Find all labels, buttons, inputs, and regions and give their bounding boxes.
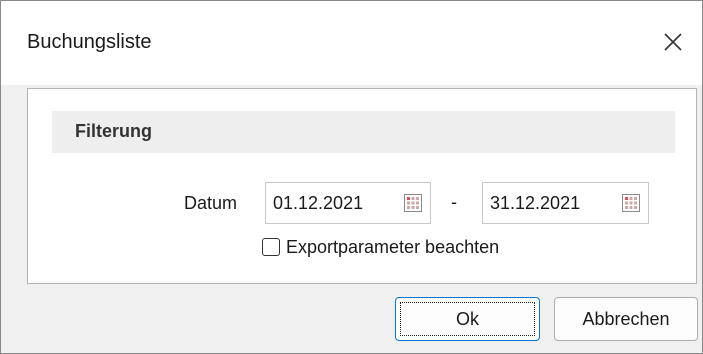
- date-to-value: 31.12.2021: [490, 193, 581, 213]
- datum-label: Datum: [184, 193, 238, 213]
- export-checkbox-row[interactable]: Exportparameter beachten: [262, 234, 499, 260]
- date-to-field[interactable]: 31.12.2021: [482, 182, 649, 224]
- calendar-icon[interactable]: [403, 193, 423, 213]
- group-title: Filterung: [75, 121, 152, 141]
- cancel-label: Abbrechen: [582, 308, 670, 329]
- ok-button[interactable]: Ok: [395, 297, 540, 341]
- dialog-window: Buchungsliste Filterung Datum 01.12.2021: [0, 0, 703, 354]
- title-bar: Buchungsliste: [1, 1, 702, 85]
- export-checkbox[interactable]: [262, 238, 280, 256]
- window-title: Buchungsliste: [27, 31, 152, 53]
- close-icon: [664, 33, 682, 51]
- calendar-icon[interactable]: [621, 193, 641, 213]
- cancel-button[interactable]: Abbrechen: [554, 297, 698, 341]
- date-range-separator: -: [451, 192, 457, 212]
- export-checkbox-label[interactable]: Exportparameter beachten: [286, 237, 499, 258]
- close-button[interactable]: [658, 27, 688, 57]
- date-from-value: 01.12.2021: [273, 193, 364, 213]
- focus-ring: [400, 302, 535, 336]
- date-from-field[interactable]: 01.12.2021: [265, 182, 431, 224]
- group-header: Filterung: [52, 111, 675, 153]
- filter-panel: Filterung Datum 01.12.2021 - 31.12.2021: [27, 88, 697, 284]
